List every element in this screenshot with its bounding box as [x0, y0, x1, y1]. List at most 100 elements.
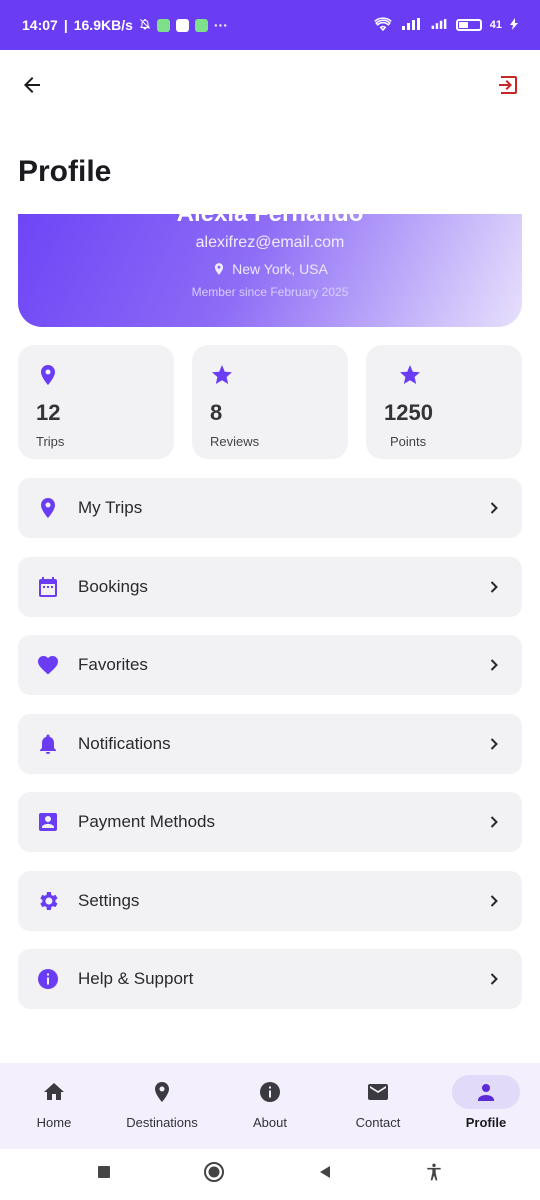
location-pin-icon — [41, 498, 55, 518]
stat-value: 8 — [210, 400, 223, 425]
nav-icon-container — [20, 1075, 88, 1109]
status-bar: 14:07 | 16.9KB/s ··· 41 — [0, 0, 540, 50]
menu-item-label: Favorites — [78, 655, 148, 674]
location-pin-icon — [41, 365, 55, 385]
nav-icon-container — [452, 1075, 520, 1109]
notification-app-icon — [194, 18, 208, 32]
nav-label: About — [253, 1115, 287, 1130]
chevron-right-icon — [490, 894, 498, 907]
location-pin-icon — [215, 263, 224, 275]
stat-label: Points — [390, 434, 427, 449]
nav-item-profile[interactable]: Profile — [432, 1063, 540, 1149]
circle-icon — [204, 1162, 225, 1182]
battery-level: 41 — [489, 19, 502, 31]
recent-apps-button[interactable] — [96, 1164, 112, 1185]
mute-icon — [139, 17, 151, 33]
mail-icon — [368, 1084, 388, 1100]
stat-value: 1250 — [384, 400, 433, 425]
chevron-right-icon — [490, 816, 498, 828]
logout-button[interactable] — [494, 71, 522, 99]
chevron-right-icon — [490, 659, 498, 671]
calendar-icon — [39, 576, 57, 597]
nav-icon-container — [128, 1075, 196, 1109]
square-icon — [97, 1166, 110, 1178]
profile-menu: My Trips Bookings Favorites Notification… — [18, 478, 522, 1028]
profile-card: Alexia Fernando alexifrez@email.com New … — [18, 214, 522, 327]
payment-card-icon — [39, 813, 57, 831]
stats-row: 12 Trips 8 Reviews 1250 Points — [18, 345, 522, 459]
more-notifications-icon: ··· — [213, 17, 228, 33]
menu-item-label: Help & Support — [78, 969, 194, 988]
profile-name: Alexia Fernando — [18, 214, 522, 228]
stat-value: 12 — [36, 400, 61, 425]
menu-item-label: Bookings — [78, 576, 148, 596]
accessibility-button[interactable] — [424, 1162, 444, 1187]
wifi-icon — [373, 16, 392, 34]
status-time: 14:07 — [22, 17, 58, 33]
menu-item-favorites[interactable]: Favorites — [18, 635, 522, 695]
stat-card-points[interactable]: 1250 Points — [366, 345, 522, 459]
stat-card-reviews[interactable]: 8 Reviews — [192, 345, 348, 459]
profile-email: alexifrez@email.com — [195, 234, 345, 251]
nav-item-home[interactable]: Home — [0, 1063, 108, 1149]
system-nav-bar — [0, 1149, 540, 1200]
page-title: Profile — [18, 155, 112, 188]
nav-label: Home — [36, 1115, 72, 1130]
charging-icon — [510, 17, 518, 33]
info-icon — [260, 1082, 280, 1102]
status-speed: 16.9KB/s — [73, 17, 133, 33]
menu-item-notifications[interactable]: Notifications — [18, 713, 522, 774]
logout-icon — [499, 76, 517, 94]
triangle-back-icon — [319, 1166, 330, 1178]
home-system-button[interactable] — [203, 1161, 225, 1188]
gear-icon — [40, 891, 58, 910]
stat-card-trips[interactable]: 12 Trips — [18, 345, 174, 459]
profile-screen: 14:07 | 16.9KB/s ··· 41 Profile alexifre… — [0, 0, 540, 1200]
nav-item-contact[interactable]: Contact — [324, 1063, 432, 1149]
signal-icon — [400, 17, 422, 33]
status-right: 41 — [373, 16, 518, 34]
bottom-nav: Home Destinations About Contact Profile — [0, 1063, 540, 1149]
home-icon — [44, 1083, 64, 1100]
play-store-icon — [175, 18, 189, 32]
nav-label: Contact — [355, 1115, 401, 1130]
status-left: 14:07 | 16.9KB/s ··· — [22, 17, 228, 33]
arrow-left-icon — [24, 77, 40, 93]
stat-label: Reviews — [210, 434, 260, 449]
battery-icon — [455, 19, 482, 31]
menu-item-label: Settings — [78, 890, 140, 910]
battery-fill — [458, 22, 468, 28]
nav-icon-container — [236, 1075, 304, 1109]
menu-item-label: My Trips — [78, 498, 143, 517]
profile-member-since: Member since February 2025 — [191, 285, 349, 299]
chevron-right-icon — [490, 580, 498, 593]
menu-item-my-trips[interactable]: My Trips — [18, 478, 522, 538]
person-icon — [478, 1084, 494, 1101]
menu-item-settings[interactable]: Settings — [18, 870, 522, 931]
chevron-right-icon — [490, 973, 498, 985]
star-icon — [400, 365, 420, 384]
notification-app-icon — [156, 18, 170, 32]
heart-icon — [38, 656, 58, 675]
menu-item-help-support[interactable]: Help & Support — [18, 949, 522, 1009]
menu-item-label: Notifications — [78, 733, 171, 753]
profile-location-text: New York, USA — [232, 261, 328, 277]
app-bar — [0, 50, 540, 120]
chevron-right-icon — [490, 737, 498, 750]
nav-item-destinations[interactable]: Destinations — [108, 1063, 216, 1149]
bell-icon — [40, 734, 56, 754]
menu-item-bookings[interactable]: Bookings — [18, 556, 522, 617]
status-separator: | — [63, 17, 68, 33]
back-button[interactable] — [18, 71, 46, 99]
star-icon — [212, 365, 232, 384]
location-pin-icon — [155, 1082, 169, 1102]
back-system-button[interactable] — [317, 1164, 333, 1185]
nav-label: Profile — [465, 1115, 507, 1130]
stat-label: Trips — [36, 434, 65, 449]
accessibility-icon — [427, 1163, 441, 1181]
nav-label: Destinations — [126, 1115, 198, 1130]
chevron-right-icon — [490, 502, 498, 514]
menu-item-label: Payment Methods — [78, 812, 216, 831]
menu-item-payment-methods[interactable]: Payment Methods — [18, 792, 522, 852]
nav-item-about[interactable]: About — [216, 1063, 324, 1149]
